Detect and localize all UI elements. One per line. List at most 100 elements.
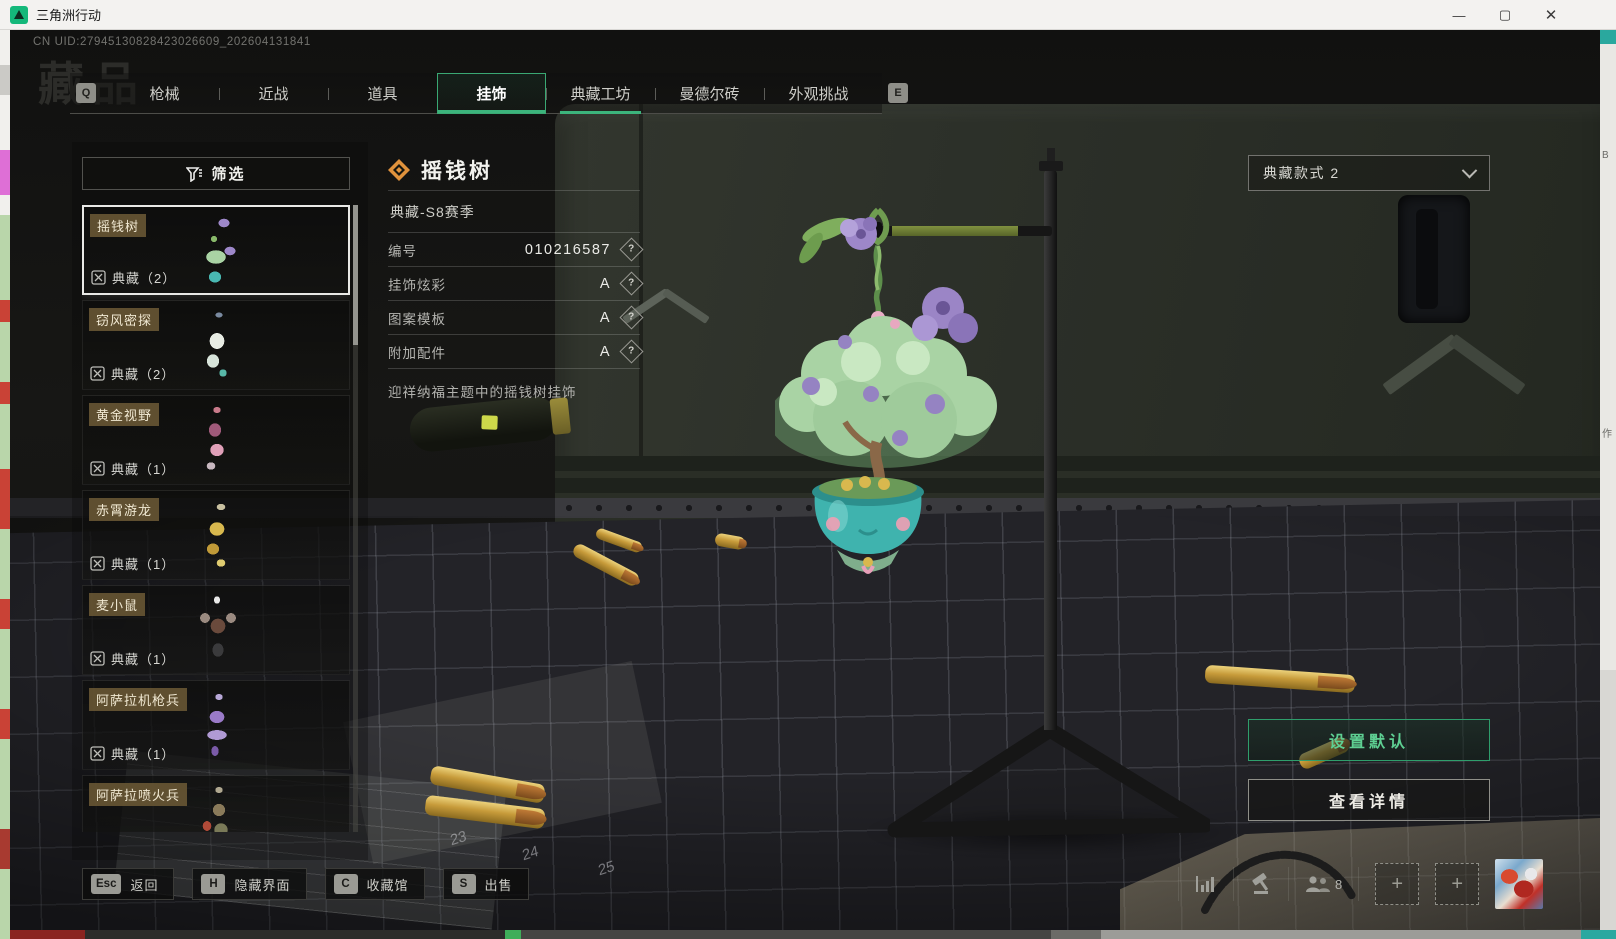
background-taskbar-strip (10, 930, 1616, 939)
account-uid: CN UID:27945130828423026609_202604131841 (33, 36, 311, 48)
background-window-strip-right: B 作 目 (1600, 30, 1616, 930)
minimize-button[interactable]: — (1436, 0, 1482, 30)
plus-icon: + (1451, 872, 1464, 895)
detail-row: 挂饰炫彩 A ? (388, 267, 644, 301)
collection-icon (90, 461, 105, 476)
collection-icon (90, 651, 105, 666)
list-item[interactable]: 窃风密探 典藏（2） (82, 300, 350, 390)
item-collection-badge: 典藏（1） (90, 649, 175, 668)
pendant-thumbnail (179, 307, 255, 387)
row-value: A (599, 275, 611, 292)
help-icon[interactable]: ? (619, 271, 644, 296)
filter-icon (186, 166, 203, 182)
hammer-icon (1252, 873, 1269, 894)
scrollbar-thumb[interactable] (353, 205, 358, 345)
people-icon (1306, 876, 1330, 892)
divider (1233, 867, 1234, 901)
list-item[interactable]: 赤霄游龙 典藏（1） (82, 490, 350, 580)
row-label: 编号 (388, 243, 417, 259)
collection-icon (91, 270, 106, 285)
help-icon[interactable]: ? (619, 237, 644, 262)
collection-hall-button[interactable]: C 收藏馆 (324, 868, 425, 900)
chevron-down-icon (1461, 162, 1478, 178)
item-title: 摇钱树 (421, 160, 493, 183)
list-item[interactable]: 麦小鼠 典藏（1） (82, 585, 350, 675)
detail-header: 摇钱树 (388, 150, 640, 190)
tab-pendants[interactable]: 挂饰 (437, 73, 546, 114)
plus-icon: + (1391, 872, 1404, 895)
item-name: 赤霄游龙 (89, 498, 160, 521)
row-label: 图案模板 (388, 311, 446, 327)
divider (1358, 867, 1360, 901)
pendant-thumbnail (180, 213, 256, 293)
row-value: A (599, 343, 611, 360)
team-button[interactable]: 8 (1305, 875, 1342, 893)
help-icon[interactable]: ? (619, 305, 644, 330)
background-window-strip-left (0, 30, 10, 939)
window-fragment-text: B (1602, 150, 1609, 161)
artwork-thumbnail[interactable] (1495, 859, 1544, 909)
empty-slot-button[interactable]: + (1375, 863, 1420, 905)
tab-appearance-challenge[interactable]: 外观挑战 (764, 73, 873, 114)
list-item[interactable]: 阿萨拉机枪兵 典藏（1） (82, 680, 350, 770)
detail-row: 附加配件 A ? (388, 335, 644, 369)
detail-row: 编号 010216587 ? (388, 233, 644, 267)
status-icon-bar: 8 + + (1178, 858, 1544, 910)
list-item[interactable]: 阿萨拉喷火兵 (82, 775, 350, 832)
auction-button[interactable] (1250, 873, 1272, 895)
collection-icon (90, 746, 105, 761)
row-value: A (599, 309, 611, 326)
list-item[interactable]: 摇钱树 典藏（2） (82, 205, 350, 295)
row-value: 010216587 (524, 241, 611, 258)
item-name: 摇钱树 (90, 214, 147, 237)
help-icon[interactable]: ? (619, 339, 644, 364)
tab-mandel-brick[interactable]: 曼德尔砖 (655, 73, 764, 114)
item-name: 阿萨拉机枪兵 (89, 688, 188, 711)
style-select-value: 典藏款式 2 (1263, 165, 1340, 181)
list-item[interactable]: 黄金视野 典藏（1） (82, 395, 350, 485)
next-tab-key-hint: E (888, 83, 908, 103)
pendant-rarity-icon (388, 159, 410, 181)
item-name: 麦小鼠 (89, 593, 146, 616)
window-titlebar: 三角洲行动 — ▢ ✕ (0, 0, 1616, 30)
close-button[interactable]: ✕ (1528, 0, 1574, 30)
item-collection-badge: 典藏（2） (90, 364, 175, 383)
pendant-list: 摇钱树 典藏（2） 窃风密探 典藏（2） 黄金视野 典藏（1） 赤霄游龙 典藏（… (82, 205, 350, 832)
row-label: 附加配件 (388, 345, 446, 361)
pendant-thumbnail (179, 592, 255, 672)
pendant-thumbnail (179, 402, 255, 482)
row-label: 挂饰炫彩 (388, 277, 446, 293)
window-fragment-text: 作 (1602, 429, 1612, 440)
tab-guns[interactable]: 枪械 (110, 73, 219, 114)
item-name: 窃风密探 (89, 308, 160, 331)
tab-collection-workshop[interactable]: 典藏工坊 (546, 73, 655, 114)
collection-icon (90, 556, 105, 571)
item-collection-badge: 典藏（1） (90, 744, 175, 763)
hotkey-bar: Esc 返回 H 隐藏界面 C 收藏馆 S 出售 (82, 868, 529, 900)
prev-tab-key-hint: Q (76, 83, 96, 103)
category-tabs: 枪械 近战 道具 挂饰 典藏工坊 曼德尔砖 外观挑战 (110, 73, 873, 114)
list-scrollbar[interactable] (353, 205, 358, 832)
c-key-badge: C (333, 874, 358, 894)
item-detail-panel: 摇钱树 典藏-S8赛季 编号 010216587 ? 挂饰炫彩 A ? 图案模板… (388, 150, 644, 401)
set-default-button[interactable]: 设置默认 (1248, 719, 1490, 761)
sell-button[interactable]: S 出售 (442, 868, 529, 900)
style-select[interactable]: 典藏款式 2 (1248, 155, 1490, 191)
app-logo-icon (10, 5, 28, 24)
filter-button[interactable]: 筛选 (82, 157, 350, 190)
item-season: 典藏-S8赛季 (390, 204, 475, 220)
item-collection-badge: 典藏（1） (90, 554, 175, 573)
tab-items[interactable]: 道具 (328, 73, 437, 114)
stats-button[interactable] (1195, 874, 1217, 894)
empty-slot-button[interactable]: + (1435, 863, 1480, 905)
window-controls: — ▢ ✕ (1436, 0, 1574, 30)
tab-melee[interactable]: 近战 (219, 73, 328, 114)
maximize-button[interactable]: ▢ (1482, 0, 1528, 30)
divider (1288, 867, 1289, 901)
item-description: 迎祥纳福主题中的摇钱树挂饰 (388, 385, 577, 400)
view-details-button[interactable]: 查看详情 (1248, 779, 1490, 821)
item-name: 黄金视野 (89, 403, 160, 426)
hide-ui-button[interactable]: H 隐藏界面 (192, 868, 307, 900)
h-key-badge: H (201, 874, 226, 894)
back-button[interactable]: Esc 返回 (82, 868, 175, 900)
